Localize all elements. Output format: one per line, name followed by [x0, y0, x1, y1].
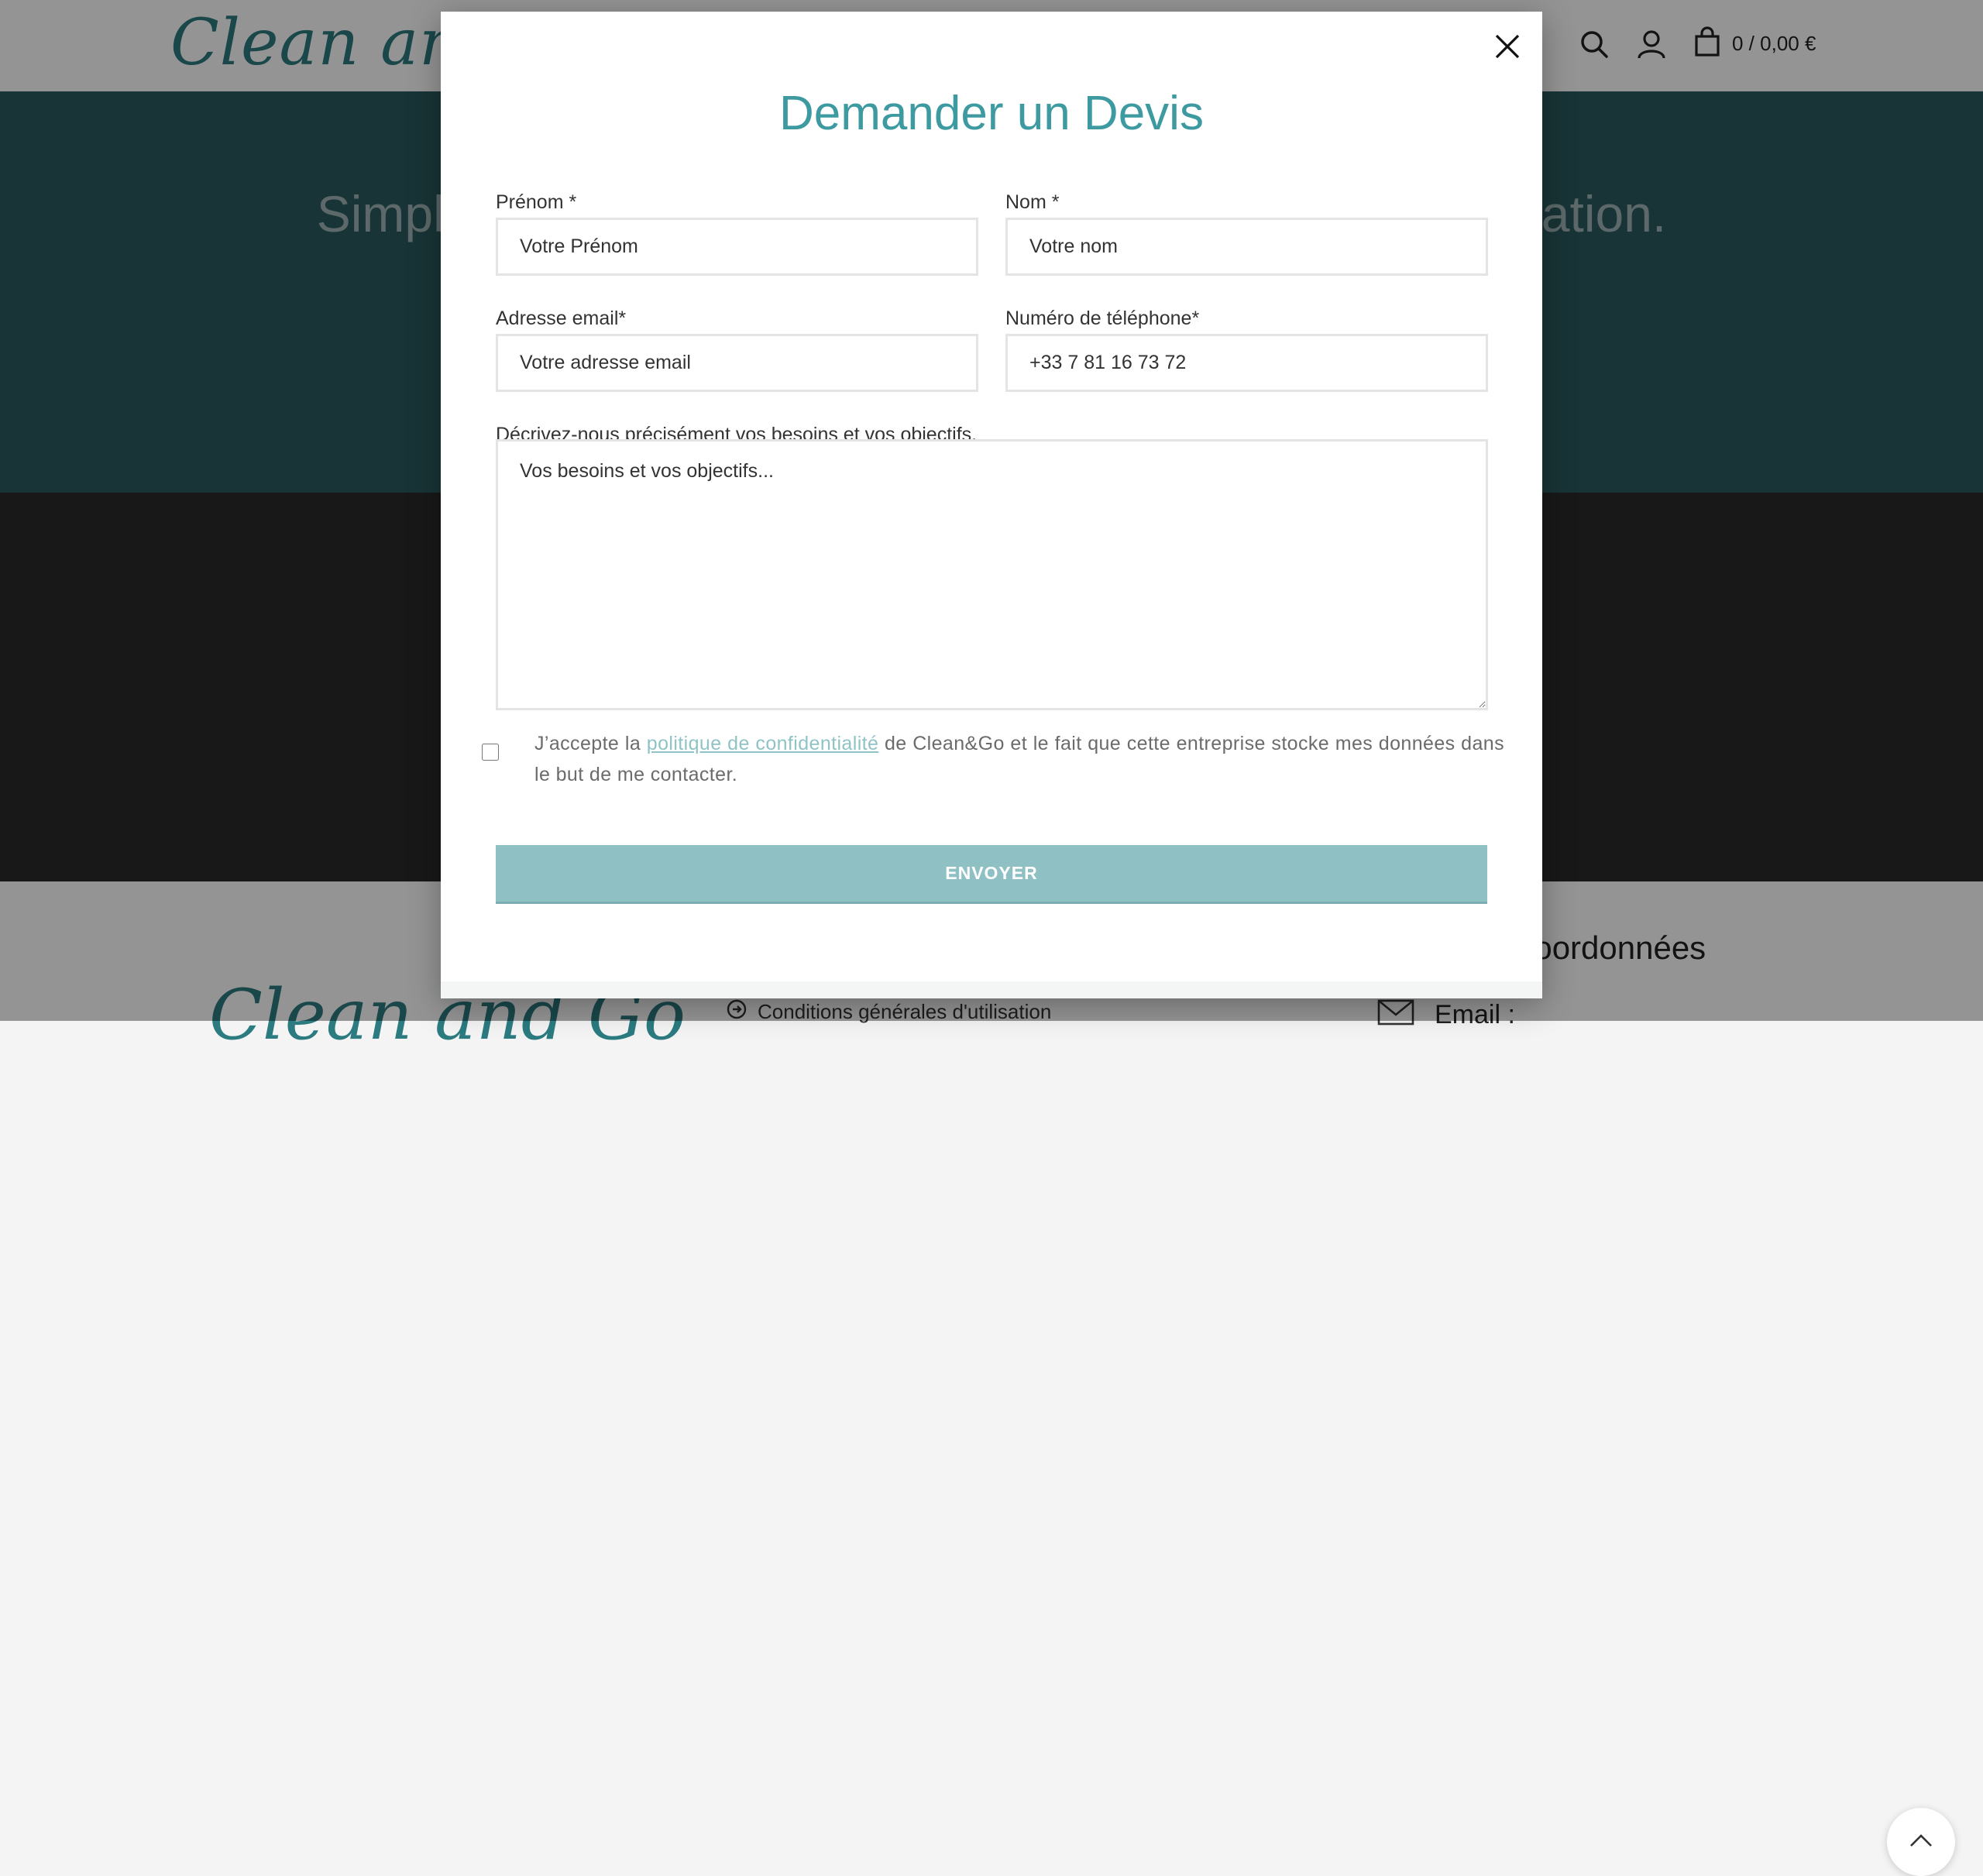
quote-request-modal: Demander un Devis Prénom * Nom * Adresse…: [441, 12, 1542, 998]
privacy-policy-link[interactable]: politique de confidentialité: [647, 733, 879, 754]
email-input[interactable]: [496, 334, 978, 392]
first-name-label: Prénom *: [496, 191, 577, 213]
consent-text-before: J’accepte la: [534, 733, 647, 754]
last-name-label: Nom *: [1005, 191, 1060, 213]
phone-input[interactable]: [1005, 334, 1488, 392]
scroll-to-top-button[interactable]: [1887, 1808, 1955, 1876]
submit-button[interactable]: ENVOYER: [496, 845, 1487, 904]
close-button[interactable]: [1490, 29, 1525, 64]
modal-footer-strip: [441, 981, 1542, 998]
first-name-input[interactable]: [496, 218, 978, 276]
email-label: Adresse email*: [496, 308, 627, 329]
modal-title: Demander un Devis: [779, 87, 1204, 140]
last-name-input[interactable]: [1005, 218, 1488, 276]
privacy-consent-checkbox[interactable]: [482, 744, 499, 761]
close-icon: [1490, 34, 1525, 67]
privacy-consent-text: J’accepte la politique de confidentialit…: [534, 728, 1504, 790]
needs-textarea[interactable]: [496, 439, 1488, 710]
privacy-consent: J’accepte la politique de confidentialit…: [482, 728, 1504, 790]
chevron-up-icon: [1909, 1833, 1933, 1851]
phone-label: Numéro de téléphone*: [1005, 308, 1200, 329]
